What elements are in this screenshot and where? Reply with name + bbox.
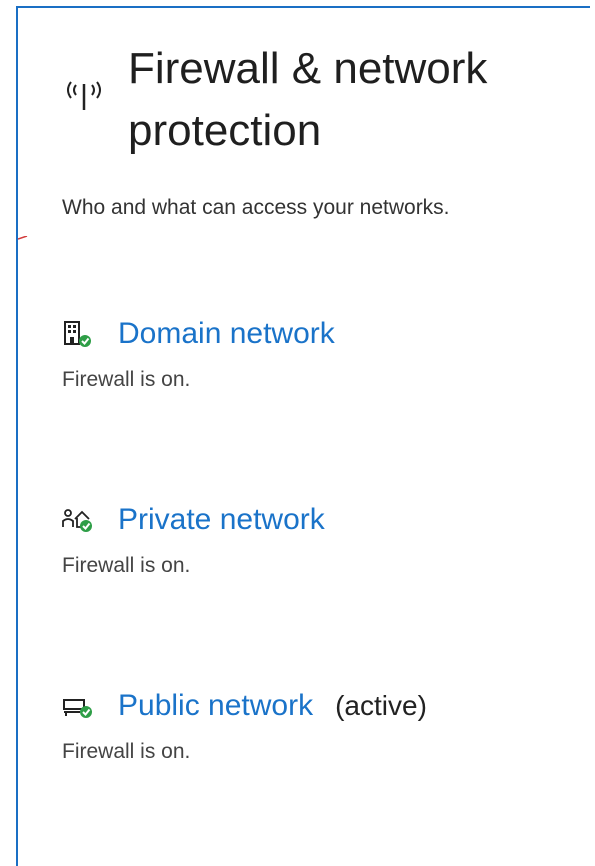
antenna-broadcast-icon (67, 81, 101, 110)
edge-marker-icon (18, 236, 28, 240)
public-network-link[interactable]: Public network (118, 689, 313, 723)
public-network-header: Public network (active) (62, 686, 427, 726)
domain-network-header: Domain network (62, 314, 335, 354)
private-network-status: Firewall is on. (62, 554, 191, 577)
private-network-header: Private network (62, 500, 325, 540)
page-panel: Firewall & network protection Who and wh… (16, 6, 590, 866)
public-network-status: Firewall is on. (62, 740, 191, 763)
private-network-section: Private network Firewall is on. (62, 500, 325, 578)
domain-network-link[interactable]: Domain network (118, 317, 335, 351)
building-check-icon (64, 321, 91, 347)
page-subtitle: Who and what can access your networks. (62, 196, 450, 219)
active-badge: (active) (335, 690, 427, 721)
private-network-link[interactable]: Private network (118, 503, 325, 537)
domain-network-status: Firewall is on. (62, 368, 191, 391)
public-network-section: Public network (active) Firewall is on. (62, 686, 427, 764)
bench-check-icon (63, 699, 92, 718)
domain-network-section: Domain network Firewall is on. (62, 314, 335, 392)
home-people-check-icon (62, 509, 92, 532)
page-header: Firewall & network protection (62, 38, 548, 162)
page-title: Firewall & network protection (128, 44, 488, 155)
